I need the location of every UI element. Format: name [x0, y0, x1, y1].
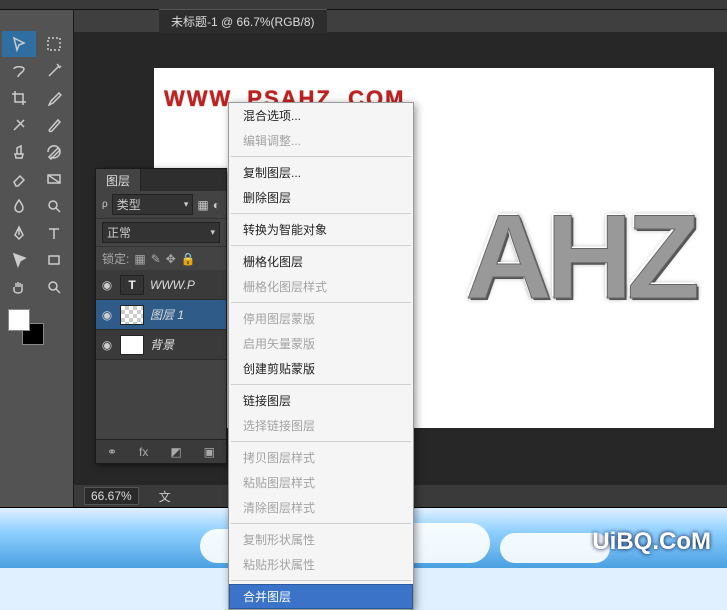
history-brush-tool[interactable] — [38, 139, 72, 165]
blur-tool[interactable] — [2, 193, 36, 219]
watermark-brand: UiBQ.CoM — [592, 528, 711, 556]
menu-separator — [231, 213, 411, 214]
menu-item: 粘贴图层样式 — [229, 470, 413, 495]
layer-mask-icon[interactable]: ◩ — [170, 445, 181, 459]
menu-item[interactable]: 栅格化图层 — [229, 249, 413, 274]
document-tabs: 未标题-1 @ 66.7%(RGB/8) — [74, 10, 727, 32]
toolbox — [0, 10, 74, 507]
lock-transparency-icon[interactable]: ▦ — [134, 252, 145, 266]
menu-separator — [231, 302, 411, 303]
photoshop-window: 未标题-1 @ 66.7%(RGB/8) WWW. PSAHZ. COM AHZ… — [0, 0, 727, 508]
layer-filter-dropdown[interactable]: 类型▾ — [112, 194, 194, 215]
new-group-icon[interactable]: ▣ — [204, 445, 215, 459]
menu-separator — [231, 245, 411, 246]
status-info[interactable]: 文 — [159, 488, 171, 505]
layers-list: ◉ T WWW.P ◉ 图层 1 ◉ 背景 — [96, 270, 226, 360]
menu-item[interactable]: 链接图层 — [229, 388, 413, 413]
layer-row-raster[interactable]: ◉ 图层 1 — [96, 300, 226, 330]
layers-panel-tab[interactable]: 图层 — [96, 169, 141, 191]
menu-item: 粘贴形状属性 — [229, 552, 413, 577]
brush-tool[interactable] — [38, 112, 72, 138]
menu-separator — [231, 441, 411, 442]
menu-item: 停用图层蒙版 — [229, 306, 413, 331]
menu-item: 复制形状属性 — [229, 527, 413, 552]
menu-item[interactable]: 合并图层 — [229, 584, 413, 609]
menu-item: 栅格化图层样式 — [229, 274, 413, 299]
layer-name[interactable]: 图层 1 — [150, 306, 184, 323]
layer-context-menu: 混合选项...编辑调整... 复制图层...删除图层转换为智能对象栅格化图层栅格化… — [228, 102, 414, 610]
layer-thumbnail[interactable]: T — [120, 275, 144, 295]
visibility-toggle-icon[interactable]: ◉ — [100, 338, 114, 352]
filter-pixel-icon[interactable]: ▦ — [197, 198, 208, 212]
menu-item: 清除图层样式 — [229, 495, 413, 520]
app-menubar[interactable] — [0, 0, 727, 10]
lock-all-icon[interactable]: 🔒 — [181, 252, 196, 266]
menu-separator — [231, 580, 411, 581]
path-selection-tool[interactable] — [2, 247, 36, 273]
rectangle-tool[interactable] — [38, 247, 72, 273]
menu-item[interactable]: 混合选项... — [229, 103, 413, 128]
layers-panel: 图层 ρ 类型▾ ▦ ◐ 正常▾ 锁定: ▦ ✎ ✥ 🔒 ◉ T WWW — [95, 168, 227, 464]
magic-wand-tool[interactable] — [38, 58, 72, 84]
lock-paint-icon[interactable]: ✎ — [151, 252, 161, 266]
layer-name[interactable]: 背景 — [150, 336, 174, 353]
layer-thumbnail[interactable] — [120, 335, 144, 355]
filter-adjust-icon[interactable]: ◐ — [213, 198, 220, 212]
menu-item[interactable]: 复制图层... — [229, 160, 413, 185]
dodge-tool[interactable] — [38, 193, 72, 219]
menu-item: 选择链接图层 — [229, 413, 413, 438]
menu-item[interactable]: 创建剪贴蒙版 — [229, 356, 413, 381]
layer-thumbnail[interactable] — [120, 305, 144, 325]
color-swatches[interactable] — [2, 307, 71, 347]
menu-item: 拷贝图层样式 — [229, 445, 413, 470]
document-tab[interactable]: 未标题-1 @ 66.7%(RGB/8) — [159, 9, 327, 33]
layer-name[interactable]: WWW.P — [150, 278, 195, 292]
link-layers-icon[interactable]: ⚭ — [107, 445, 117, 459]
layer-row-text[interactable]: ◉ T WWW.P — [96, 270, 226, 300]
hand-tool[interactable] — [2, 274, 36, 300]
menu-separator — [231, 384, 411, 385]
layers-panel-footer: ⚭ fx ◩ ▣ — [96, 439, 226, 463]
menu-separator — [231, 523, 411, 524]
visibility-toggle-icon[interactable]: ◉ — [100, 278, 114, 292]
lasso-tool[interactable] — [2, 58, 36, 84]
menu-item[interactable]: 转换为智能对象 — [229, 217, 413, 242]
layer-style-icon[interactable]: fx — [139, 445, 148, 459]
lock-position-icon[interactable]: ✥ — [166, 252, 176, 266]
zoom-level-field[interactable]: 66.67% — [84, 487, 139, 505]
canvas-main-text: AHZ — [465, 188, 694, 326]
pen-tool[interactable] — [2, 220, 36, 246]
visibility-toggle-icon[interactable]: ◉ — [100, 308, 114, 322]
foreground-color-swatch[interactable] — [8, 309, 30, 331]
gradient-tool[interactable] — [38, 166, 72, 192]
menu-item: 编辑调整... — [229, 128, 413, 153]
healing-brush-tool[interactable] — [2, 112, 36, 138]
eraser-tool[interactable] — [2, 166, 36, 192]
zoom-tool[interactable] — [38, 274, 72, 300]
eyedropper-tool[interactable] — [38, 85, 72, 111]
clone-stamp-tool[interactable] — [2, 139, 36, 165]
menu-item: 启用矢量蒙版 — [229, 331, 413, 356]
menu-separator — [231, 156, 411, 157]
crop-tool[interactable] — [2, 85, 36, 111]
blend-mode-dropdown[interactable]: 正常▾ — [102, 222, 220, 243]
move-tool[interactable] — [2, 31, 36, 57]
marquee-tool[interactable] — [38, 31, 72, 57]
menu-item[interactable]: 删除图层 — [229, 185, 413, 210]
lock-label: 锁定: — [102, 250, 129, 267]
layer-row-background[interactable]: ◉ 背景 — [96, 330, 226, 360]
type-tool[interactable] — [38, 220, 72, 246]
